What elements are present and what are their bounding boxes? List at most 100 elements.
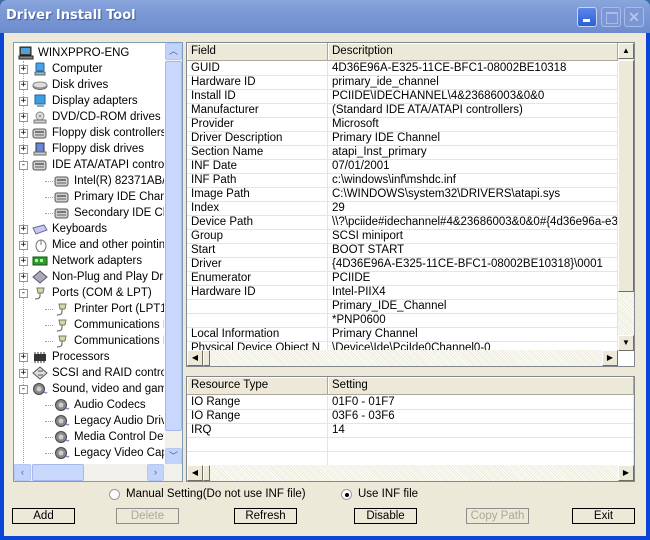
tree-item[interactable]: Intel(R) 82371AB/I: [45, 173, 164, 189]
details-row[interactable]: Index 29: [187, 202, 618, 216]
details-horizontal-scrollbar[interactable]: ◀ ▶: [187, 350, 618, 366]
column-header-setting[interactable]: Setting: [328, 377, 634, 394]
tree-item[interactable]: + Computer: [19, 61, 103, 77]
device-tree[interactable]: WINXPPRO-ENG + Computer + Disk drives + Displ…: [13, 42, 183, 482]
tree-item[interactable]: - Sound, video and gam: [19, 381, 164, 397]
disable-button[interactable]: Disable: [354, 508, 417, 524]
resource-row[interactable]: IRQ 14: [187, 424, 634, 438]
details-row[interactable]: Install ID PCIIDE\IDECHANNEL\4&23686003&0…: [187, 90, 618, 104]
scroll-left-button[interactable]: ‹: [14, 464, 31, 481]
tree-item[interactable]: + DVD/CD-ROM drives: [19, 109, 161, 125]
details-row[interactable]: Driver {4D36E96A-E325-11CE-BFC1-08002BE10…: [187, 258, 618, 272]
scroll-right-button[interactable]: ▶: [618, 465, 634, 481]
details-row[interactable]: Enumerator PCIIDE: [187, 272, 618, 286]
details-row[interactable]: Hardware ID primary_ide_channel: [187, 76, 618, 90]
details-row[interactable]: Hardware ID Intel-PIIX4: [187, 286, 618, 300]
tree-item[interactable]: Legacy Video Cap: [45, 445, 164, 461]
tree-item[interactable]: + Non-Plug and Play Driv: [19, 269, 164, 285]
tree-item[interactable]: + Mice and other pointing: [19, 237, 164, 253]
expand-icon[interactable]: +: [19, 128, 28, 138]
expand-icon[interactable]: +: [19, 352, 28, 362]
resource-row[interactable]: [187, 438, 634, 452]
tree-item[interactable]: + Keyboards: [19, 221, 107, 237]
expand-icon[interactable]: +: [19, 240, 28, 250]
close-button[interactable]: ✕: [624, 7, 644, 27]
details-row[interactable]: Local Information Primary Channel: [187, 328, 618, 342]
tree-item[interactable]: + Disk drives: [19, 77, 108, 93]
tree-item[interactable]: Primary IDE Chann: [45, 189, 164, 205]
minimize-button[interactable]: [577, 7, 597, 27]
collapse-icon[interactable]: -: [19, 384, 28, 394]
scroll-thumb[interactable]: [165, 61, 182, 431]
resources-grid[interactable]: Resource Type Setting IO Range 01F0 - 01F…: [186, 376, 635, 482]
expand-icon[interactable]: +: [19, 64, 28, 74]
title-bar[interactable]: Driver Install Tool ✕: [0, 0, 650, 33]
maximize-button[interactable]: [601, 7, 621, 27]
details-row[interactable]: Section Name atapi_Inst_primary: [187, 146, 618, 160]
scroll-right-button[interactable]: ▶: [602, 350, 618, 366]
collapse-icon[interactable]: -: [19, 160, 28, 170]
scroll-thumb[interactable]: [618, 60, 634, 292]
details-row[interactable]: INF Path c:\windows\inf\mshdc.inf: [187, 174, 618, 188]
expand-icon[interactable]: +: [19, 272, 28, 282]
details-row[interactable]: *PNP0600: [187, 314, 618, 328]
column-header-resource-type[interactable]: Resource Type: [187, 377, 328, 394]
tree-item[interactable]: Communications P: [45, 333, 164, 349]
details-grid[interactable]: Field Descritption GUID 4D36E96A-E325-11C…: [186, 42, 635, 367]
scroll-right-button[interactable]: ›: [147, 464, 164, 481]
details-row[interactable]: Device Path \\?\pciide#idechannel#4&23686…: [187, 216, 618, 230]
tree-item[interactable]: + Floppy disk drives: [19, 141, 144, 157]
scroll-left-button[interactable]: ◀: [187, 350, 203, 366]
copy-path-button[interactable]: Copy Path: [466, 508, 529, 524]
expand-icon[interactable]: +: [19, 256, 28, 266]
resource-row[interactable]: IO Range 01F0 - 01F7: [187, 396, 634, 410]
expand-icon[interactable]: +: [19, 80, 28, 90]
scroll-up-button[interactable]: ︿: [165, 43, 182, 60]
scroll-up-button[interactable]: ▲: [618, 43, 634, 59]
resource-row[interactable]: IO Range 03F6 - 03F6: [187, 410, 634, 424]
expand-icon[interactable]: +: [19, 96, 28, 106]
scroll-left-button[interactable]: ◀: [187, 465, 203, 481]
delete-button[interactable]: Delete: [116, 508, 179, 524]
details-row[interactable]: GUID 4D36E96A-E325-11CE-BFC1-08002BE10318: [187, 62, 618, 76]
scroll-down-button[interactable]: ﹀: [165, 448, 182, 465]
details-vertical-scrollbar[interactable]: ▲ ▼: [618, 43, 634, 351]
expand-icon[interactable]: +: [19, 144, 28, 154]
tree-horizontal-scrollbar[interactable]: ‹ ›: [14, 464, 182, 481]
details-row[interactable]: Provider Microsoft: [187, 118, 618, 132]
horizontal-scroll-thumb[interactable]: [32, 464, 84, 481]
horizontal-scroll-thumb[interactable]: [203, 350, 210, 366]
tree-item[interactable]: Communications P: [45, 317, 164, 333]
details-row[interactable]: Primary_IDE_Channel: [187, 300, 618, 314]
collapse-icon[interactable]: -: [19, 288, 28, 298]
details-row[interactable]: Driver Description Primary IDE Channel: [187, 132, 618, 146]
manual-setting-radio[interactable]: [109, 488, 120, 500]
details-row[interactable]: Image Path C:\WINDOWS\system32\DRIVERS\at…: [187, 188, 618, 202]
refresh-button[interactable]: Refresh: [234, 508, 297, 524]
expand-icon[interactable]: +: [19, 368, 28, 378]
exit-button[interactable]: Exit: [572, 508, 635, 524]
tree-item[interactable]: Legacy Audio Driv: [45, 413, 164, 429]
tree-item[interactable]: Media Control Dev: [45, 429, 164, 445]
horizontal-scroll-thumb[interactable]: [203, 465, 210, 481]
column-header-field[interactable]: Field: [187, 43, 328, 60]
tree-item[interactable]: - IDE ATA/ATAPI contro: [19, 157, 164, 173]
resource-row[interactable]: [187, 452, 634, 466]
tree-vertical-scrollbar[interactable]: ︿ ﹀: [165, 43, 182, 465]
tree-item[interactable]: Printer Port (LPT1): [45, 301, 164, 317]
details-row[interactable]: Start BOOT START: [187, 244, 618, 258]
tree-item[interactable]: Secondary IDE Ch: [45, 205, 164, 221]
tree-item[interactable]: + Floppy disk controllers: [19, 125, 164, 141]
add-button[interactable]: Add: [12, 508, 75, 524]
details-row[interactable]: INF Date 07/01/2001: [187, 160, 618, 174]
details-row[interactable]: Manufacturer (Standard IDE ATA/ATAPI cont…: [187, 104, 618, 118]
resources-horizontal-scrollbar[interactable]: ◀ ▶: [187, 465, 634, 481]
tree-root[interactable]: WINXPPRO-ENG: [17, 45, 129, 61]
scroll-down-button[interactable]: ▼: [618, 335, 634, 351]
expand-icon[interactable]: +: [19, 224, 28, 234]
column-header-description[interactable]: Descritption: [328, 43, 618, 60]
use-inf-option[interactable]: Use INF file: [341, 488, 418, 500]
tree-item[interactable]: + Display adapters: [19, 93, 138, 109]
tree-item[interactable]: + SCSI and RAID contro: [19, 365, 164, 381]
tree-item[interactable]: - Ports (COM & LPT): [19, 285, 152, 301]
